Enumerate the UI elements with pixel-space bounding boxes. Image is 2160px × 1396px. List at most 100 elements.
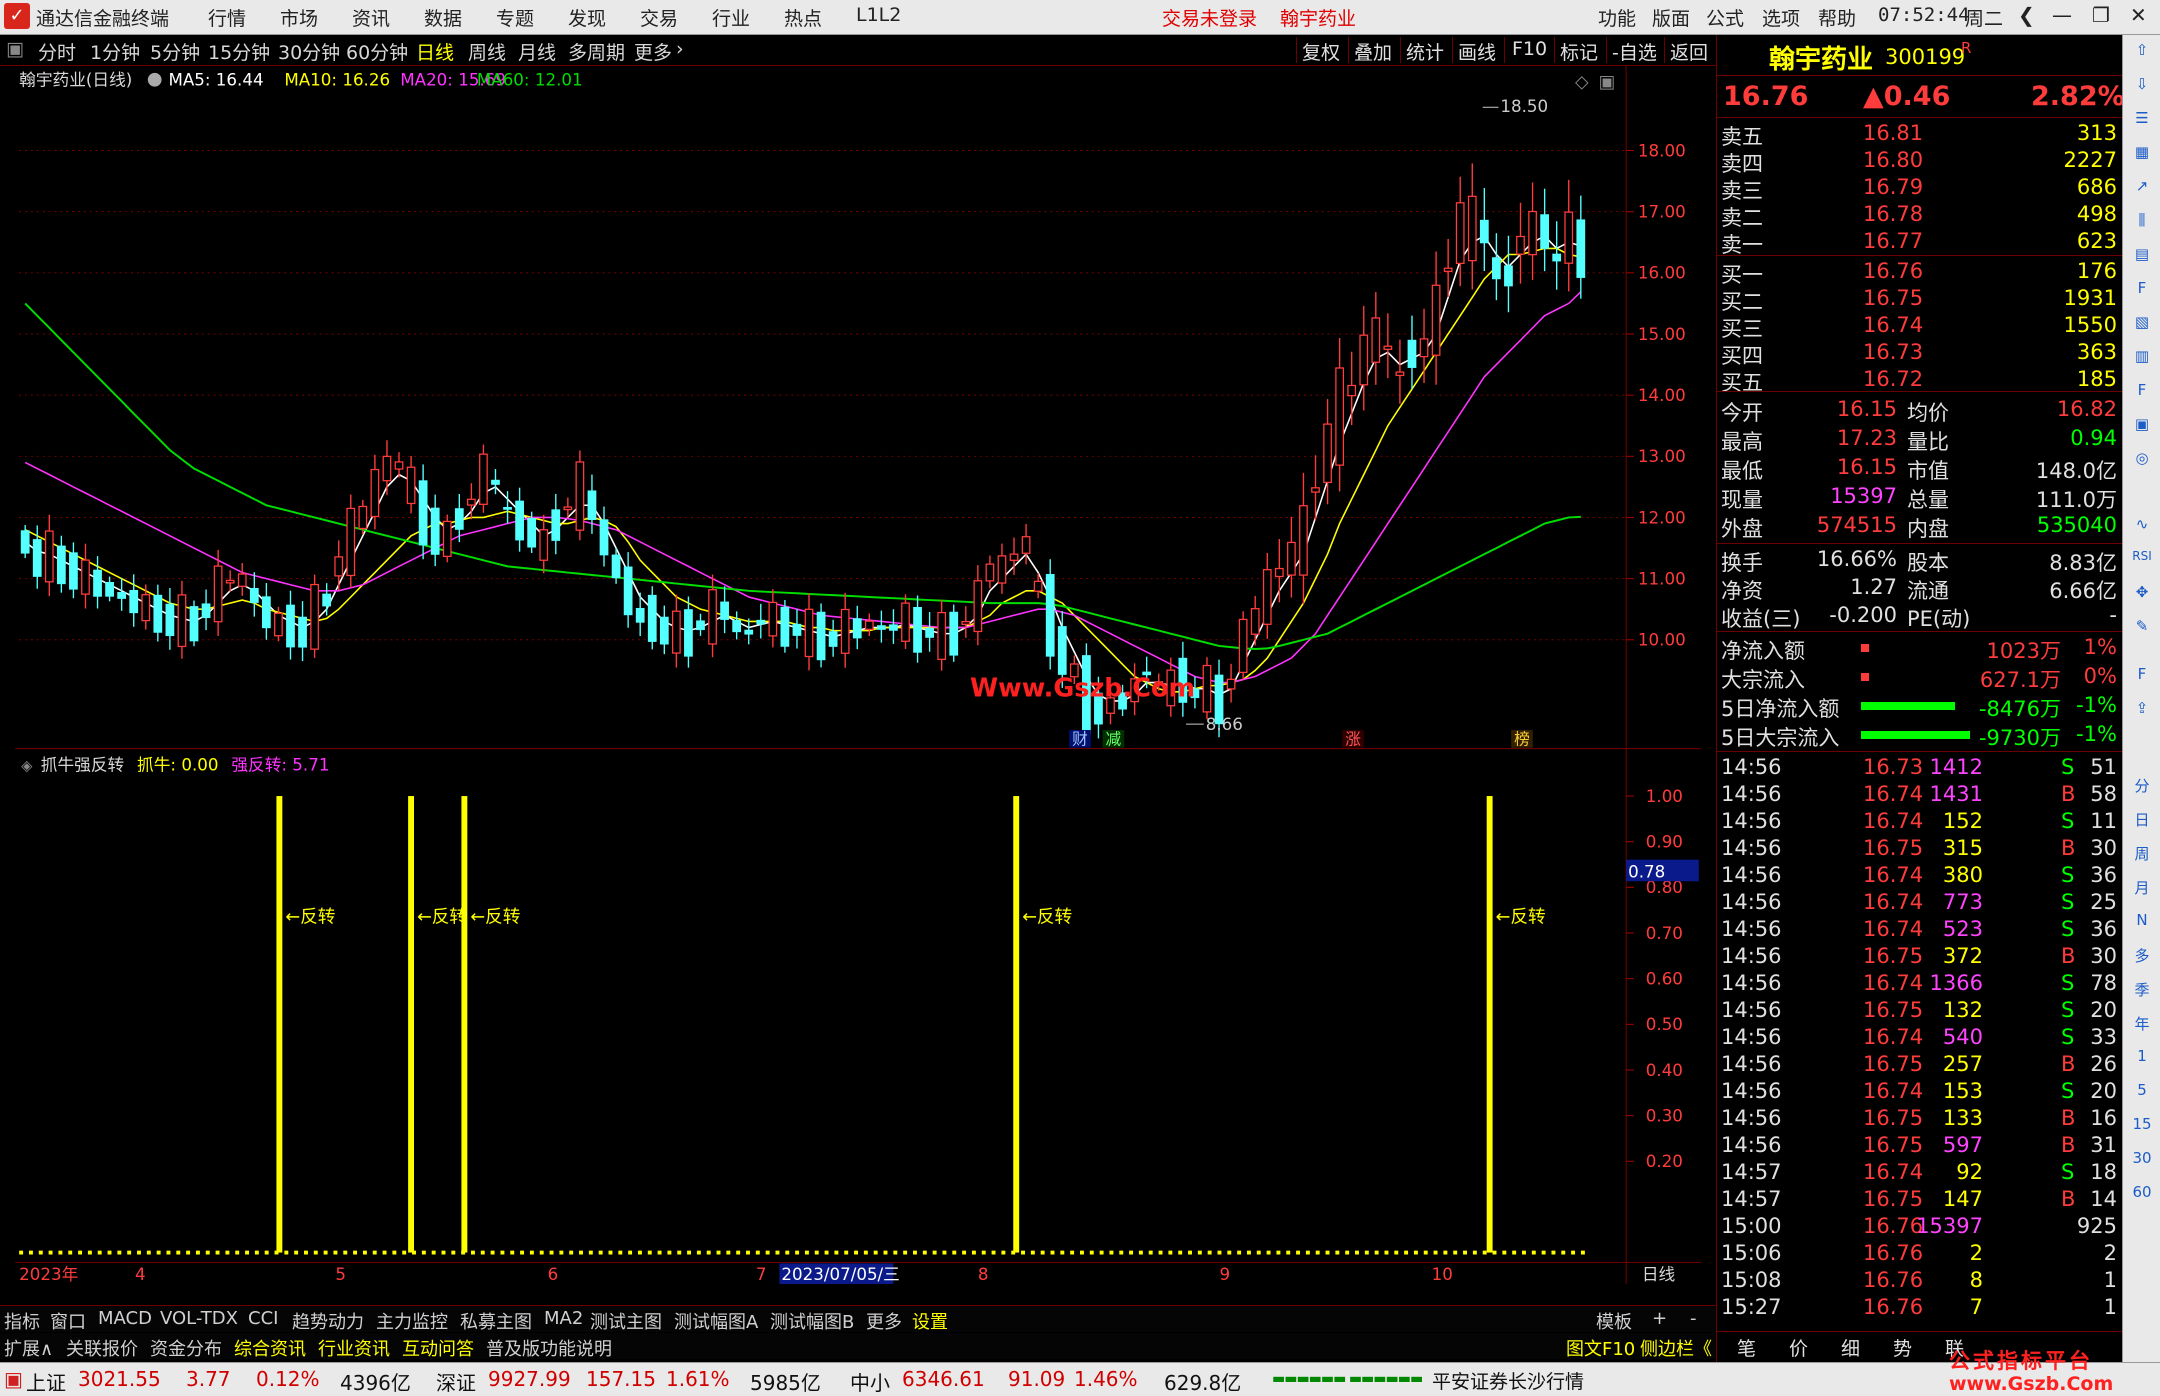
quote-tab-2[interactable]: 细 xyxy=(1841,1334,1860,1361)
sidebar-period-5[interactable]: 多 xyxy=(2130,945,2154,967)
toolbar-menu-icon[interactable]: ▣ xyxy=(6,38,24,60)
sidebar-period-7[interactable]: 年 xyxy=(2130,1013,2154,1035)
sh-index-label[interactable]: 上证 xyxy=(26,1367,66,1396)
tab-capital-distribution[interactable]: 资金分布 xyxy=(150,1335,222,1361)
trade-login-status[interactable]: 交易未登录 xyxy=(1162,4,1257,31)
tab-macd[interactable]: MACD xyxy=(98,1308,152,1329)
sidebar-wave-icon[interactable]: ∿ xyxy=(2130,515,2154,537)
menu-hangye[interactable]: 行业 xyxy=(712,4,750,31)
tab-expand[interactable]: 扩展∧ xyxy=(4,1335,53,1361)
tab-ma2[interactable]: MA2 xyxy=(544,1308,583,1329)
tab-1min[interactable]: 1分钟 xyxy=(90,38,140,65)
sidebar-period-9[interactable]: 5 xyxy=(2130,1081,2154,1103)
tab-monthly[interactable]: 月线 xyxy=(518,38,556,65)
tab-general-news[interactable]: 综合资讯 xyxy=(234,1335,306,1361)
sidebar-line-chart-icon[interactable]: ↗ xyxy=(2130,177,2154,199)
tab-5min[interactable]: 5分钟 xyxy=(150,38,200,65)
menu-faxian[interactable]: 发现 xyxy=(568,4,606,31)
tab-test-main[interactable]: 测试主图 xyxy=(590,1308,662,1334)
menu-l1l2[interactable]: L1L2 xyxy=(856,4,901,26)
menu-redian[interactable]: 热点 xyxy=(784,4,822,31)
sidebar-period-12[interactable]: 60 xyxy=(2130,1183,2154,1205)
sidebar-period-8[interactable]: 1 xyxy=(2130,1047,2154,1069)
tab-window[interactable]: 窗口 xyxy=(50,1308,86,1334)
overlay-button[interactable]: 叠加 xyxy=(1354,38,1392,65)
sidebar-kline-icon[interactable]: ⫼ xyxy=(2130,211,2154,233)
tab-more[interactable]: 更多 xyxy=(634,38,672,65)
menu-zixun[interactable]: 资讯 xyxy=(352,4,390,31)
back-arrow-icon[interactable]: ❮ xyxy=(2018,3,2035,27)
tab-fenshi[interactable]: 分时 xyxy=(38,38,76,65)
event-marker-reduce[interactable]: 减 xyxy=(1106,730,1122,749)
close-icon[interactable]: ✕ xyxy=(2130,3,2147,27)
sidebar-period-1[interactable]: 日 xyxy=(2130,809,2154,831)
tab-private-main[interactable]: 私募主图 xyxy=(460,1308,532,1334)
tab-vol-tdx[interactable]: VOL-TDX xyxy=(160,1308,238,1329)
sidebar-list-icon[interactable]: ☰ xyxy=(2130,109,2154,131)
chart-area[interactable]: 翰宇药业(日线) MA5: 16.44 MA10: 16.26 MA20: 15… xyxy=(0,66,1716,1284)
tab-related-quotes[interactable]: 关联报价 xyxy=(66,1335,138,1361)
menu-hangqing[interactable]: 行情 xyxy=(208,4,246,31)
sidebar-box-icon[interactable]: ▥ xyxy=(2130,347,2154,369)
tab-trend-power[interactable]: 趋势动力 xyxy=(292,1308,364,1334)
sidebar-period-0[interactable]: 分 xyxy=(2130,775,2154,797)
sidebar-grid-icon[interactable]: ▦ xyxy=(2130,143,2154,165)
sidebar-period-10[interactable]: 15 xyxy=(2130,1115,2154,1137)
menu-shuju[interactable]: 数据 xyxy=(424,4,462,31)
sidebar-down-icon[interactable]: ⇩ xyxy=(2130,75,2154,97)
fuquan-button[interactable]: 复权 xyxy=(1302,38,1340,65)
sidebar-period-2[interactable]: 周 xyxy=(2130,843,2154,865)
f10-button[interactable]: F10 xyxy=(1512,38,1547,60)
diamond-icon[interactable]: ◇ xyxy=(1575,73,1589,93)
quote-tab-0[interactable]: 笔 xyxy=(1737,1334,1756,1361)
restore-icon[interactable]: ❐ xyxy=(2092,3,2110,27)
tab-more-indicators[interactable]: 更多 xyxy=(866,1308,902,1334)
quote-tab-3[interactable]: 势 xyxy=(1893,1334,1912,1361)
tab-cci[interactable]: CCI xyxy=(248,1308,278,1329)
tab-basic-edition-help[interactable]: 普及版功能说明 xyxy=(486,1335,612,1361)
menu-shichang[interactable]: 市场 xyxy=(280,4,318,31)
sidebar-rsi-icon[interactable]: RSI xyxy=(2130,549,2154,571)
chevron-right-icon[interactable]: › xyxy=(676,38,684,60)
sidebar-up-icon[interactable]: ⇧ xyxy=(2130,41,2154,63)
quote-tab-1[interactable]: 价 xyxy=(1789,1334,1808,1361)
sidebar-period-6[interactable]: 季 xyxy=(2130,979,2154,1001)
tab-30min[interactable]: 30分钟 xyxy=(278,38,340,65)
indicator-settings-icon[interactable]: ◈ xyxy=(21,757,33,774)
sidebar-period-4[interactable]: N xyxy=(2130,911,2154,933)
menu-zhuanti[interactable]: 专题 xyxy=(496,4,534,31)
menu-bangzhu[interactable]: 帮助 xyxy=(1818,4,1856,31)
event-marker-limit-up[interactable]: 涨 xyxy=(1345,730,1361,749)
sidebar-table-icon[interactable]: ▤ xyxy=(2130,245,2154,267)
zx-index-label[interactable]: 中小 xyxy=(850,1367,890,1396)
draw-line-button[interactable]: 画线 xyxy=(1458,38,1496,65)
tab-multi-period[interactable]: 多周期 xyxy=(568,38,625,65)
sidebar-export-icon[interactable]: ⇪ xyxy=(2130,699,2154,721)
menu-jiaoyi[interactable]: 交易 xyxy=(640,4,678,31)
sidebar-f2-icon[interactable]: F xyxy=(2130,381,2154,403)
sidebar-period-3[interactable]: 月 xyxy=(2130,877,2154,899)
tab-main-monitor[interactable]: 主力监控 xyxy=(376,1308,448,1334)
sidebar-move-icon[interactable]: ✥ xyxy=(2130,583,2154,605)
sidebar-screen-icon[interactable]: ▣ xyxy=(2130,415,2154,437)
sidebar-circle-icon[interactable]: ◎ xyxy=(2130,449,2154,471)
menu-xuanxiang[interactable]: 选项 xyxy=(1762,4,1800,31)
tab-graphic-f10[interactable]: 图文F10 xyxy=(1566,1335,1635,1361)
tab-daily[interactable]: 日线 xyxy=(416,38,454,65)
menu-gongneng[interactable]: 功能 xyxy=(1598,4,1636,31)
sidebar-f10-icon[interactable]: F xyxy=(2130,279,2154,301)
sz-index-label[interactable]: 深证 xyxy=(436,1367,476,1396)
remove-pane-button[interactable]: - xyxy=(1690,1308,1697,1329)
sidebar-period-11[interactable]: 30 xyxy=(2130,1149,2154,1171)
tab-industry-news[interactable]: 行业资讯 xyxy=(318,1335,390,1361)
chart-settings-icon[interactable] xyxy=(147,72,162,87)
event-marker-list[interactable]: 榜 xyxy=(1514,730,1530,749)
event-marker-finance[interactable]: 财 xyxy=(1072,730,1088,749)
sidebar-f5-icon[interactable]: F xyxy=(2130,665,2154,687)
tab-test-sub-b[interactable]: 测试幅图B xyxy=(770,1308,854,1334)
sidebar-doc-icon[interactable]: ▧ xyxy=(2130,313,2154,335)
sidebar-pen-icon[interactable]: ✎ xyxy=(2130,617,2154,639)
tab-indicator[interactable]: 指标 xyxy=(4,1308,40,1334)
watchlist-button[interactable]: -自选 xyxy=(1612,38,1657,65)
tab-15min[interactable]: 15分钟 xyxy=(208,38,270,65)
